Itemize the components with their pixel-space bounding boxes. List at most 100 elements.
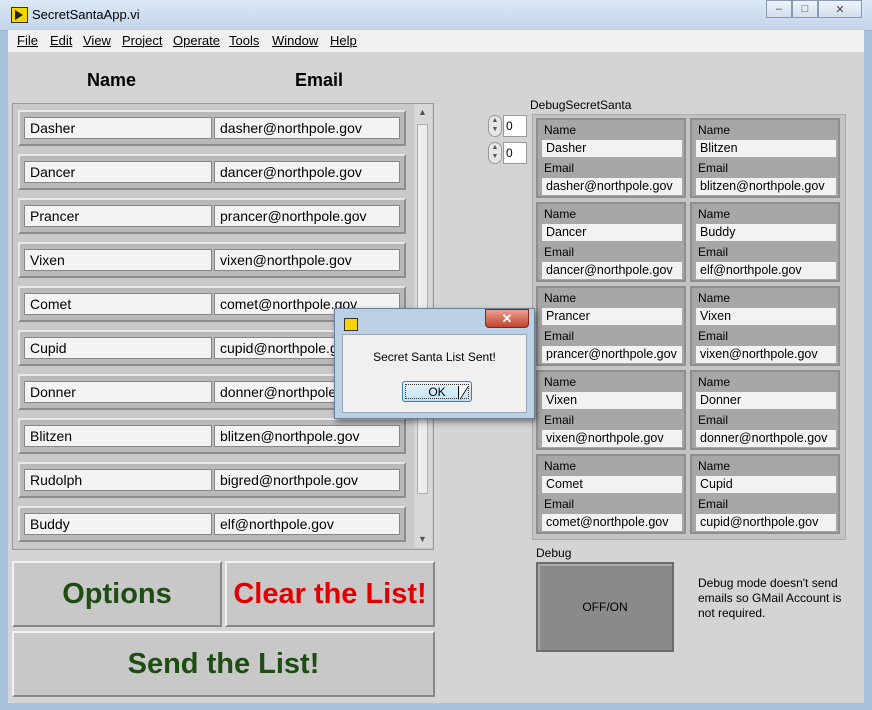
menu-help[interactable]: Help <box>330 33 357 48</box>
name-label: Name <box>544 207 577 221</box>
send-list-button-label: Send the List! <box>127 647 320 680</box>
debug-pair-card: Name Vixen Email vixen@northpole.gov <box>690 286 840 366</box>
debug-name-field[interactable]: Cupid <box>696 476 836 493</box>
menu-project[interactable]: Project <box>122 33 162 48</box>
email-field[interactable]: dancer@northpole.gov <box>214 161 400 183</box>
debug-pair-card: Name Donner Email donner@northpole.gov <box>690 370 840 450</box>
name-label: Name <box>698 375 731 389</box>
list-item[interactable]: Blitzen blitzen@northpole.gov <box>18 418 406 454</box>
debug-name-field[interactable]: Dasher <box>542 140 682 157</box>
clear-list-button[interactable]: Clear the List! <box>225 561 435 627</box>
menu-file[interactable]: File <box>17 33 38 48</box>
name-field[interactable]: Buddy <box>24 513 212 535</box>
menu-tools[interactable]: Tools <box>229 33 259 48</box>
labview-vi-icon <box>344 318 358 331</box>
email-label: Email <box>544 413 575 427</box>
scroll-up-icon[interactable]: ▲ <box>418 107 427 117</box>
minimize-button[interactable]: – <box>766 0 792 18</box>
column-index-value[interactable]: 0 <box>503 142 527 164</box>
name-field[interactable]: Vixen <box>24 249 212 271</box>
debug-email-field[interactable]: prancer@northpole.gov <box>542 346 682 363</box>
list-item[interactable]: Prancer prancer@northpole.gov <box>18 198 406 234</box>
name-label: Name <box>698 207 731 221</box>
email-label: Email <box>544 329 575 343</box>
row-index-value[interactable]: 0 <box>503 115 527 137</box>
name-field[interactable]: Comet <box>24 293 212 315</box>
scroll-down-icon[interactable]: ▼ <box>418 534 427 544</box>
send-list-button[interactable]: Send the List! <box>12 631 435 697</box>
menu-window[interactable]: Window <box>272 33 318 48</box>
email-column-header: Email <box>295 70 344 90</box>
email-field[interactable]: dasher@northpole.gov <box>214 117 400 139</box>
debug-toggle-label: Debug <box>536 546 572 560</box>
list-item[interactable]: Buddy elf@northpole.gov <box>18 506 406 542</box>
column-index-control[interactable]: ▲ ▼ 0 <box>488 142 528 164</box>
email-field[interactable]: vixen@northpole.gov <box>214 249 400 271</box>
debug-email-field[interactable]: dasher@northpole.gov <box>542 178 682 195</box>
name-label: Name <box>544 459 577 473</box>
debug-name-field[interactable]: Vixen <box>542 392 682 409</box>
dialog-close-button[interactable]: ✕ <box>485 309 529 328</box>
list-item[interactable]: Rudolph bigred@northpole.gov <box>18 462 406 498</box>
menu-operate[interactable]: Operate <box>173 33 220 48</box>
email-label: Email <box>698 329 729 343</box>
name-label: Name <box>544 291 577 305</box>
list-item[interactable]: Dancer dancer@northpole.gov <box>18 154 406 190</box>
name-label: Name <box>698 459 731 473</box>
name-field[interactable]: Dasher <box>24 117 212 139</box>
clear-list-button-label: Clear the List! <box>233 577 427 610</box>
debug-name-field[interactable]: Blitzen <box>696 140 836 157</box>
debug-email-field[interactable]: vixen@northpole.gov <box>696 346 836 363</box>
name-field[interactable]: Rudolph <box>24 469 212 491</box>
debug-email-field[interactable]: cupid@northpole.gov <box>696 514 836 531</box>
debug-pair-card: Name Dasher Email dasher@northpole.gov <box>536 118 686 198</box>
email-field[interactable]: elf@northpole.gov <box>214 513 400 535</box>
menu-edit[interactable]: Edit <box>50 33 72 48</box>
debug-name-field[interactable]: Vixen <box>696 308 836 325</box>
debug-email-field[interactable]: blitzen@northpole.gov <box>696 178 836 195</box>
debug-email-field[interactable]: elf@northpole.gov <box>696 262 836 279</box>
debug-pair-card: Name Dancer Email dancer@northpole.gov <box>536 202 686 282</box>
name-label: Name <box>698 123 731 137</box>
email-field[interactable]: bigred@northpole.gov <box>214 469 400 491</box>
email-field[interactable]: blitzen@northpole.gov <box>214 425 400 447</box>
name-label: Name <box>544 375 577 389</box>
debug-pair-card: Name Comet Email comet@northpole.gov <box>536 454 686 534</box>
close-button[interactable]: ✕ <box>818 0 862 18</box>
name-field[interactable]: Donner <box>24 381 212 403</box>
email-label: Email <box>698 413 729 427</box>
debug-pair-card: Name Vixen Email vixen@northpole.gov <box>536 370 686 450</box>
email-label: Email <box>544 497 575 511</box>
list-item[interactable]: Dasher dasher@northpole.gov <box>18 110 406 146</box>
row-index-control[interactable]: ▲ ▼ 0 <box>488 115 528 137</box>
debug-toggle-button[interactable]: OFF/ON <box>536 562 674 652</box>
options-button-label: Options <box>62 577 172 610</box>
debug-name-field[interactable]: Buddy <box>696 224 836 241</box>
debug-email-field[interactable]: dancer@northpole.gov <box>542 262 682 279</box>
name-label: Name <box>544 123 577 137</box>
spinner-icon[interactable]: ▲ ▼ <box>488 115 502 137</box>
menu-view[interactable]: View <box>83 33 111 48</box>
debug-pair-card: Name Buddy Email elf@northpole.gov <box>690 202 840 282</box>
debug-name-field[interactable]: Comet <box>542 476 682 493</box>
debug-email-field[interactable]: vixen@northpole.gov <box>542 430 682 447</box>
name-label: Name <box>698 291 731 305</box>
name-field[interactable]: Dancer <box>24 161 212 183</box>
name-field[interactable]: Prancer <box>24 205 212 227</box>
name-field[interactable]: Cupid <box>24 337 212 359</box>
options-button[interactable]: Options <box>12 561 222 627</box>
list-item[interactable]: Vixen vixen@northpole.gov <box>18 242 406 278</box>
debug-email-field[interactable]: comet@northpole.gov <box>542 514 682 531</box>
debug-name-field[interactable]: Donner <box>696 392 836 409</box>
debug-name-field[interactable]: Prancer <box>542 308 682 325</box>
maximize-button[interactable]: □ <box>792 0 818 18</box>
spinner-icon[interactable]: ▲ ▼ <box>488 142 502 164</box>
window-title: SecretSantaApp.vi <box>32 7 140 22</box>
name-field[interactable]: Blitzen <box>24 425 212 447</box>
debug-email-field[interactable]: donner@northpole.gov <box>696 430 836 447</box>
debug-note: Debug mode doesn't send emails so GMail … <box>698 576 842 620</box>
debug-name-field[interactable]: Dancer <box>542 224 682 241</box>
window-controls: – □ ✕ <box>766 0 862 18</box>
debug-pair-card: Name Cupid Email cupid@northpole.gov <box>690 454 840 534</box>
email-field[interactable]: prancer@northpole.gov <box>214 205 400 227</box>
